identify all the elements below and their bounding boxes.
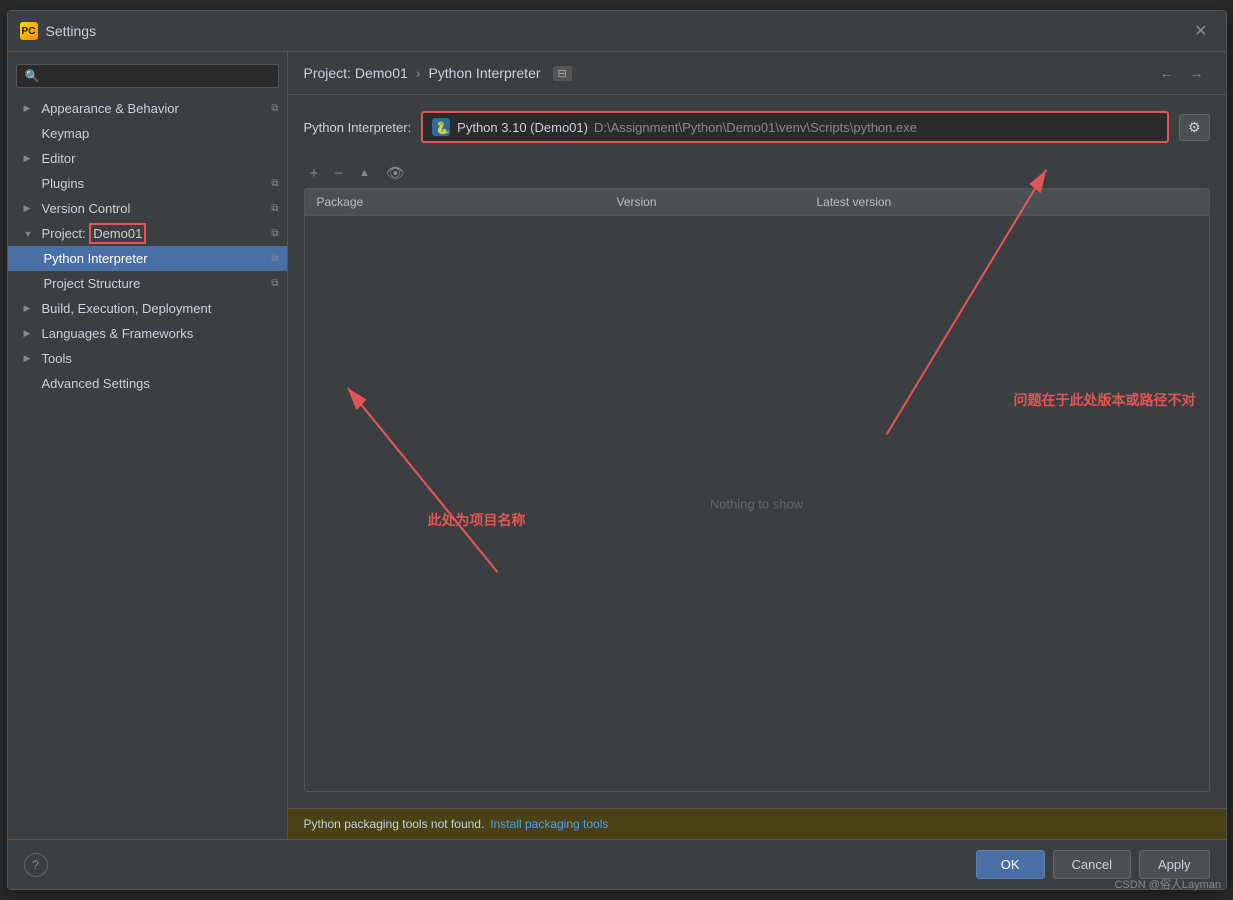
breadcrumb-separator: › (416, 65, 421, 81)
chevron-icon: ▶ (24, 153, 36, 164)
sidebar-item-languages[interactable]: ▶ Languages & Frameworks (8, 321, 287, 346)
apply-button[interactable]: Apply (1139, 850, 1210, 879)
sidebar: ▶ Appearance & Behavior ⧉ Keymap ▶ Edito… (8, 52, 288, 839)
sidebar-item-version-control[interactable]: ▶ Version Control ⧉ (8, 196, 287, 221)
chevron-icon: ▶ (24, 203, 36, 214)
add-package-button[interactable]: + (304, 163, 325, 184)
interpreter-name: Python 3.10 (Demo01) (457, 120, 588, 135)
ext-icon: ⧉ (271, 203, 278, 214)
svg-text:🐍: 🐍 (435, 121, 450, 135)
show-package-button[interactable]: 👁 (380, 163, 411, 184)
breadcrumb-current: Python Interpreter (428, 65, 540, 81)
sidebar-item-label: Editor (42, 151, 76, 166)
packages-table: Package Version Latest version Nothing t… (304, 188, 1210, 792)
sidebar-item-build[interactable]: ▶ Build, Execution, Deployment (8, 296, 287, 321)
chevron-icon: ▶ (24, 303, 36, 314)
sidebar-item-appearance[interactable]: ▶ Appearance & Behavior ⧉ (8, 96, 287, 121)
cancel-button[interactable]: Cancel (1053, 850, 1131, 879)
app-icon: PC (20, 22, 38, 40)
sidebar-item-label: Project: Demo01 (42, 226, 147, 241)
project-name-highlight: Demo01 (89, 223, 146, 244)
sidebar-item-advanced[interactable]: Advanced Settings (8, 371, 287, 396)
interpreter-row: Python Interpreter: 🐍 Python 3.10 (Demo0… (304, 111, 1210, 143)
table-header: Package Version Latest version (305, 189, 1209, 216)
search-input[interactable] (16, 64, 279, 88)
nav-forward-button[interactable]: → (1184, 62, 1210, 84)
sidebar-item-project[interactable]: ▼ Project: Demo01 ⧉ (8, 221, 287, 246)
packages-toolbar: + − ▲ 👁 (304, 159, 1210, 188)
interpreter-dropdown[interactable]: 🐍 Python 3.10 (Demo01) D:\Assignment\Pyt… (421, 111, 1169, 143)
table-body: Nothing to show (305, 216, 1209, 791)
sidebar-item-label: Python Interpreter (44, 251, 148, 266)
interpreter-label: Python Interpreter: (304, 120, 412, 135)
sidebar-item-python-interpreter[interactable]: Python Interpreter ⧉ (8, 246, 287, 271)
sidebar-item-keymap[interactable]: Keymap (8, 121, 287, 146)
breadcrumb-icon: ⊟ (553, 66, 572, 81)
sidebar-item-project-structure[interactable]: Project Structure ⧉ (8, 271, 287, 296)
col-package: Package (305, 195, 605, 209)
sidebar-item-label: Languages & Frameworks (42, 326, 194, 341)
ext-icon: ⧉ (271, 278, 278, 289)
ext-icon: ⧉ (271, 228, 278, 239)
empty-text: Nothing to show (710, 496, 803, 511)
settings-dialog: PC Settings ✕ ▶ Appearance & Behavior ⧉ … (7, 10, 1227, 890)
sidebar-item-plugins[interactable]: Plugins ⧉ (8, 171, 287, 196)
install-link[interactable]: Install packaging tools (490, 817, 608, 831)
watermark: CSDN @俗人Layman (1114, 876, 1221, 892)
chevron-icon: ▼ (24, 229, 36, 239)
sidebar-item-label: Tools (42, 351, 72, 366)
title-bar: PC Settings ✕ (8, 11, 1226, 52)
chevron-icon: ▶ (24, 328, 36, 339)
right-panel: Project: Demo01 › Python Interpreter ⊟ ←… (288, 52, 1226, 839)
python-icon: 🐍 (431, 117, 451, 137)
chevron-icon: ▶ (24, 353, 36, 364)
sidebar-item-label: Appearance & Behavior (42, 101, 179, 116)
ext-icon: ⧉ (271, 103, 278, 114)
breadcrumb-root: Project: Demo01 (304, 65, 408, 81)
sidebar-item-label: Plugins (42, 176, 85, 191)
status-message: Python packaging tools not found. (304, 817, 485, 831)
interpreter-path: D:\Assignment\Python\Demo01\venv\Scripts… (594, 120, 917, 135)
sidebar-item-label: Project Structure (44, 276, 141, 291)
col-version: Version (605, 195, 805, 209)
col-latest: Latest version (805, 195, 1209, 209)
sidebar-item-label: Build, Execution, Deployment (42, 301, 212, 316)
sidebar-item-label: Advanced Settings (42, 376, 150, 391)
panel-body: Python Interpreter: 🐍 Python 3.10 (Demo0… (288, 95, 1226, 808)
sidebar-item-label: Keymap (42, 126, 90, 141)
dialog-title: Settings (46, 23, 97, 39)
sidebar-item-editor[interactable]: ▶ Editor (8, 146, 287, 171)
main-content: ▶ Appearance & Behavior ⧉ Keymap ▶ Edito… (8, 52, 1226, 839)
gear-button[interactable]: ⚙ (1179, 114, 1210, 141)
sidebar-item-label: Version Control (42, 201, 131, 216)
close-button[interactable]: ✕ (1188, 19, 1213, 43)
breadcrumb: Project: Demo01 › Python Interpreter ⊟ (304, 65, 572, 81)
up-package-button[interactable]: ▲ (353, 165, 376, 182)
dialog-footer: ? OK Cancel Apply (8, 839, 1226, 889)
status-bar: Python packaging tools not found. Instal… (288, 808, 1226, 839)
nav-back-button[interactable]: ← (1154, 62, 1180, 84)
sidebar-item-tools[interactable]: ▶ Tools (8, 346, 287, 371)
ok-button[interactable]: OK (976, 850, 1045, 879)
chevron-icon: ▶ (24, 103, 36, 114)
nav-arrows: ← → (1154, 62, 1210, 84)
remove-package-button[interactable]: − (328, 163, 349, 184)
ext-icon: ⧉ (271, 253, 278, 264)
ext-icon: ⧉ (271, 178, 278, 189)
panel-header: Project: Demo01 › Python Interpreter ⊟ ←… (288, 52, 1226, 95)
help-button[interactable]: ? (24, 853, 48, 877)
